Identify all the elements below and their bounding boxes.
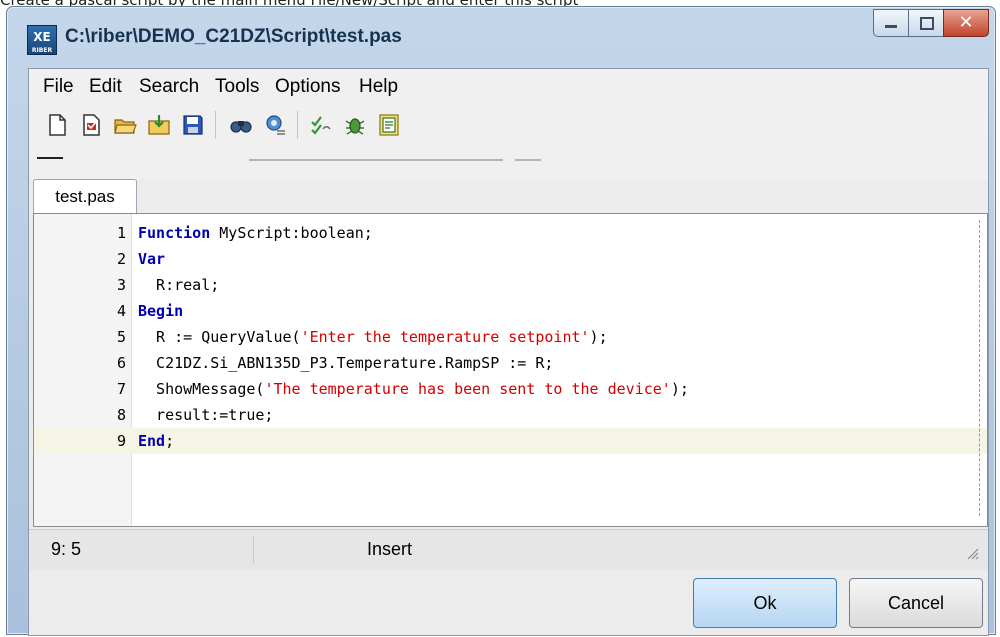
maximize-icon xyxy=(920,17,934,30)
save-icon[interactable] xyxy=(181,113,205,137)
close-button[interactable]: ✕ xyxy=(943,9,989,37)
title-bar[interactable]: XE RIBER C:\riber\DEMO_C21DZ\Script\test… xyxy=(7,7,995,67)
tab-test-pas[interactable]: test.pas xyxy=(33,179,137,214)
status-bar: 9: 5 Insert xyxy=(29,529,988,570)
code-text: Var xyxy=(138,246,165,272)
code-text: R:real; xyxy=(138,272,219,298)
editor-right-margin xyxy=(979,220,980,516)
minimize-icon xyxy=(885,25,897,28)
code-line[interactable]: 2 Var xyxy=(34,246,987,272)
edit-mode: Insert xyxy=(367,539,413,559)
app-icon-sublabel: RIBER xyxy=(31,47,53,54)
code-editor[interactable]: 1 Function MyScript:boolean; 2 Var 3 R:real;… xyxy=(33,213,988,527)
line-number: 2 xyxy=(116,250,126,268)
ok-button[interactable]: Ok xyxy=(693,578,837,628)
code-token: MyScript:boolean; xyxy=(210,224,373,242)
function-list-icon[interactable] xyxy=(377,113,401,137)
line-number: 5 xyxy=(116,328,126,346)
toolbar-strip xyxy=(29,147,988,179)
toolbar xyxy=(29,103,988,147)
menu-options[interactable]: Options xyxy=(275,76,340,98)
code-token: ); xyxy=(589,328,608,346)
code-line[interactable]: 8 result:=true; xyxy=(34,402,987,428)
code-text: result:=true; xyxy=(138,402,273,428)
code-text: Function MyScript:boolean; xyxy=(138,220,373,246)
code-token: ; xyxy=(165,432,175,450)
compile-icon[interactable] xyxy=(309,113,333,137)
code-token: R := QueryValue( xyxy=(138,328,301,346)
code-line[interactable]: 6 C21DZ.Si_ABN135D_P3.Temperature.RampSP… xyxy=(34,350,987,376)
toolbar-separator xyxy=(297,111,298,139)
code-line[interactable]: 3 R:real; xyxy=(34,272,987,298)
code-text: Begin xyxy=(138,298,183,324)
line-number: 4 xyxy=(116,302,126,320)
menu-tools[interactable]: Tools xyxy=(215,76,259,98)
code-text: ShowMessage('The temperature has been se… xyxy=(138,376,689,402)
code-line[interactable]: 9 End; xyxy=(34,428,987,454)
line-number: 1 xyxy=(116,224,126,242)
resize-grip-icon[interactable] xyxy=(965,546,979,560)
settings-icon[interactable] xyxy=(263,113,287,137)
strip-marker xyxy=(515,159,541,161)
cancel-button[interactable]: Cancel xyxy=(849,578,983,628)
app-icon: XE RIBER xyxy=(27,25,57,55)
keyword-token: Function xyxy=(138,224,211,242)
maximize-button[interactable] xyxy=(908,9,944,37)
code-text: End; xyxy=(138,428,174,454)
keyword-token: Begin xyxy=(138,302,184,320)
open-folder-icon[interactable] xyxy=(113,113,137,137)
line-number: 8 xyxy=(116,406,126,424)
open-recent-icon[interactable] xyxy=(79,113,103,137)
window-client-area: File Edit Search Tools Options Help test… xyxy=(28,68,989,636)
code-token: ShowMessage( xyxy=(138,380,265,398)
menu-search[interactable]: Search xyxy=(139,76,199,98)
import-icon[interactable] xyxy=(147,113,171,137)
menu-help[interactable]: Help xyxy=(359,76,398,98)
code-token: R:real; xyxy=(138,276,220,294)
code-line[interactable]: 5 R := QueryValue('Enter the temperature… xyxy=(34,324,987,350)
debug-icon[interactable] xyxy=(343,113,367,137)
line-number: 7 xyxy=(116,380,126,398)
string-token: 'The temperature has been sent to the de… xyxy=(264,380,671,398)
app-icon-label: XE xyxy=(33,30,51,44)
menu-file[interactable]: File xyxy=(43,76,74,98)
line-number: 3 xyxy=(116,276,126,294)
minimize-button[interactable] xyxy=(873,9,909,37)
code-line[interactable]: 7 ShowMessage('The temperature has been … xyxy=(34,376,987,402)
code-text: C21DZ.Si_ABN135D_P3.Temperature.RampSP :… xyxy=(138,350,553,376)
window-title: C:\riber\DEMO_C21DZ\Script\test.pas xyxy=(65,26,402,47)
keyword-token: Var xyxy=(138,250,166,268)
code-token: C21DZ.Si_ABN135D_P3.Temperature.RampSP :… xyxy=(138,354,554,372)
new-file-icon[interactable] xyxy=(45,113,69,137)
script-editor-window: XE RIBER C:\riber\DEMO_C21DZ\Script\test… xyxy=(6,6,996,636)
line-number: 9 xyxy=(116,432,126,450)
toolbar-separator xyxy=(215,111,216,139)
line-number: 6 xyxy=(116,354,126,372)
strip-marker xyxy=(37,157,63,159)
cursor-position: 9: 5 xyxy=(51,539,82,559)
code-line[interactable]: 4 Begin xyxy=(34,298,987,324)
keyword-token: End xyxy=(138,432,166,450)
menu-edit[interactable]: Edit xyxy=(89,76,122,98)
menu-bar: File Edit Search Tools Options Help xyxy=(29,69,988,103)
strip-bar xyxy=(249,159,503,161)
close-icon: ✕ xyxy=(958,12,974,33)
string-token: 'Enter the temperature setpoint' xyxy=(300,328,590,346)
code-token: ); xyxy=(670,380,689,398)
find-icon[interactable] xyxy=(229,113,253,137)
status-divider xyxy=(253,536,254,564)
code-line[interactable]: 1 Function MyScript:boolean; xyxy=(34,220,987,246)
code-text: R := QueryValue('Enter the temperature s… xyxy=(138,324,608,350)
code-token: result:=true; xyxy=(138,406,274,424)
